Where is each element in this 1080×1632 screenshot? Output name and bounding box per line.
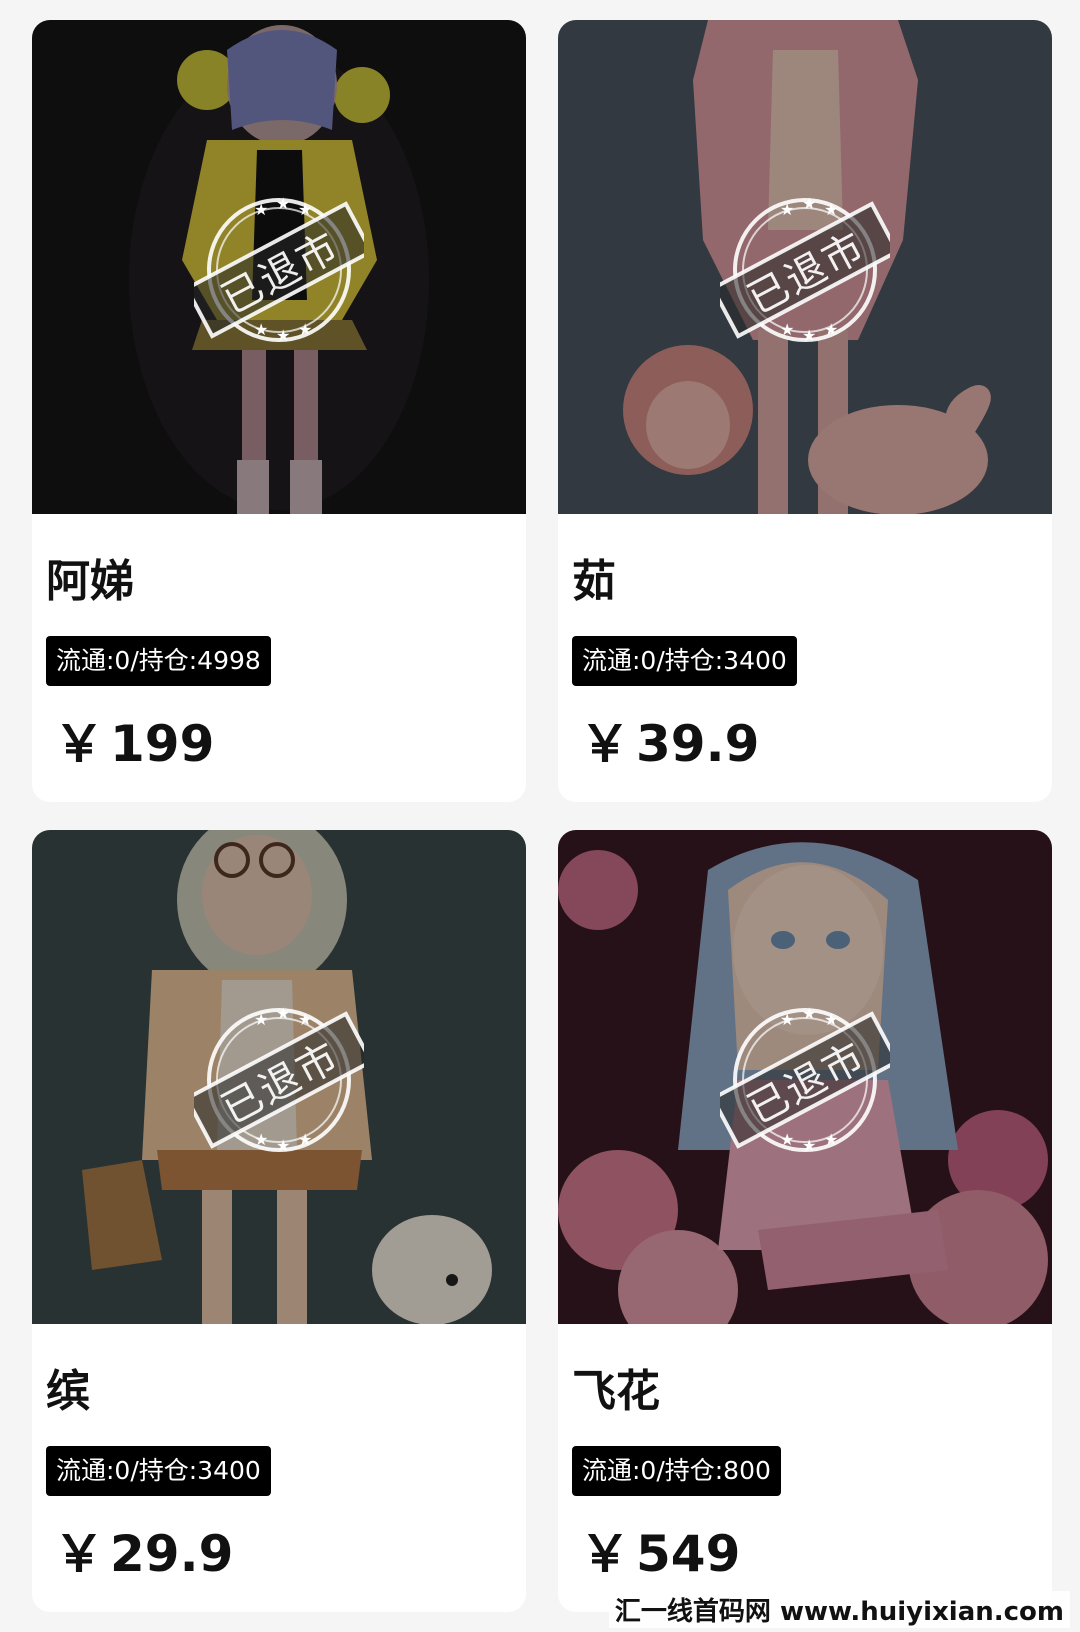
product-name: 茹 bbox=[572, 556, 616, 607]
site-watermark: 汇一线首码网 www.huiyixian.com bbox=[608, 1591, 1070, 1628]
currency-symbol: ￥ bbox=[580, 1525, 630, 1583]
product-name: 阿娣 bbox=[46, 556, 134, 607]
delisted-stamp: ★ ★ ★ ★ ★ ★ 已退市 bbox=[184, 185, 374, 355]
product-image: ★ ★ ★ ★ ★ ★ 已退市 bbox=[32, 830, 526, 1324]
product-card[interactable]: ★ ★ ★ ★ ★ ★ 已退市 阿娣 流通:0/持仓:4998 ￥ 199 bbox=[32, 20, 526, 802]
product-card[interactable]: ★ ★ ★ ★ ★ ★ 已退市 缤 流通:0/持仓:3400 ￥ 29.9 bbox=[32, 830, 526, 1612]
circulation-badge: 流通:0/持仓:3400 bbox=[572, 636, 797, 686]
product-price: ￥ 549 bbox=[580, 1522, 1038, 1586]
currency-symbol: ￥ bbox=[580, 715, 630, 773]
product-card[interactable]: ★ ★ ★ ★ ★ ★ 已退市 茹 流通:0/持仓:3400 ￥ 39.9 bbox=[558, 20, 1052, 802]
product-image: ★ ★ ★ ★ ★ ★ 已退市 bbox=[32, 20, 526, 514]
product-card[interactable]: ★ ★ ★ ★ ★ ★ 已退市 飞花 流通:0/持仓:800 ￥ 549 bbox=[558, 830, 1052, 1612]
delisted-stamp: ★ ★ ★ ★ ★ ★ 已退市 bbox=[184, 995, 374, 1165]
circulation-badge: 流通:0/持仓:800 bbox=[572, 1446, 781, 1496]
product-price: ￥ 199 bbox=[54, 712, 512, 776]
price-value: 199 bbox=[110, 715, 215, 773]
delisted-stamp: ★ ★ ★ ★ ★ ★ 已退市 bbox=[710, 995, 900, 1165]
currency-symbol: ￥ bbox=[54, 715, 104, 773]
product-image: ★ ★ ★ ★ ★ ★ 已退市 bbox=[558, 830, 1052, 1324]
product-image: ★ ★ ★ ★ ★ ★ 已退市 bbox=[558, 20, 1052, 514]
delisted-stamp: ★ ★ ★ ★ ★ ★ 已退市 bbox=[710, 185, 900, 355]
circulation-badge: 流通:0/持仓:4998 bbox=[46, 636, 271, 686]
product-name: 飞花 bbox=[572, 1366, 660, 1417]
price-value: 29.9 bbox=[110, 1525, 234, 1583]
price-value: 39.9 bbox=[636, 715, 760, 773]
currency-symbol: ￥ bbox=[54, 1525, 104, 1583]
product-price: ￥ 29.9 bbox=[54, 1522, 512, 1586]
circulation-badge: 流通:0/持仓:3400 bbox=[46, 1446, 271, 1496]
product-price: ￥ 39.9 bbox=[580, 712, 1038, 776]
price-value: 549 bbox=[636, 1525, 741, 1583]
product-name: 缤 bbox=[46, 1366, 90, 1417]
product-grid: ★ ★ ★ ★ ★ ★ 已退市 阿娣 流通:0/持仓:4998 ￥ 199 ★ … bbox=[32, 20, 1052, 1612]
